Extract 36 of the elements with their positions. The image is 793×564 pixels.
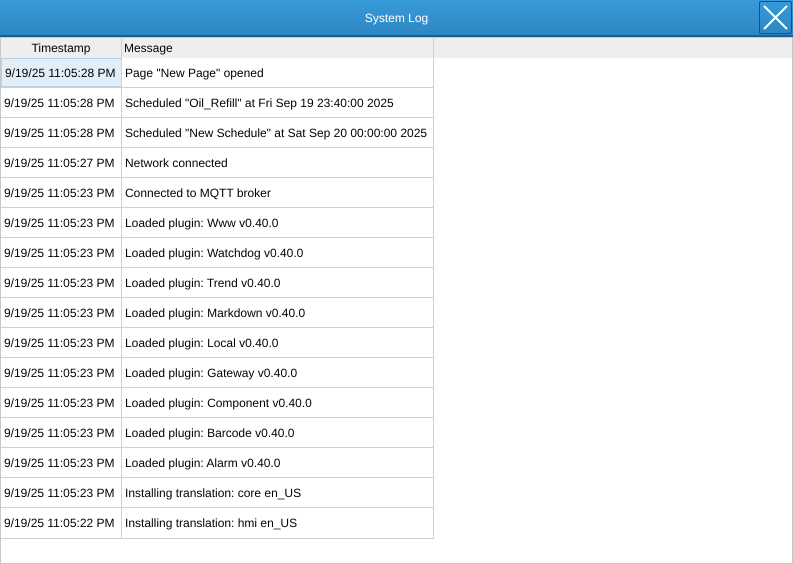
table-cell[interactable]: 9/19/25 11:05:23 PM (1, 448, 122, 477)
table-cell[interactable]: 9/19/25 11:05:22 PM (1, 508, 122, 538)
table-cell[interactable]: Connected to MQTT broker (122, 178, 433, 207)
table-cell[interactable]: Loaded plugin: Alarm v0.40.0 (122, 448, 433, 477)
table-cell[interactable]: 9/19/25 11:05:28 PM (1, 118, 122, 147)
column-header[interactable]: Message (122, 38, 434, 58)
table-cell[interactable]: 9/19/25 11:05:23 PM (1, 388, 122, 417)
table-cell[interactable]: 9/19/25 11:05:23 PM (1, 208, 122, 237)
table-cell[interactable]: Scheduled "New Schedule" at Sat Sep 20 00:00:00 2025 (122, 118, 433, 147)
close-icon (763, 5, 788, 30)
table-cell[interactable]: Loaded plugin: Watchdog v0.40.0 (122, 238, 433, 267)
table-cell[interactable]: Scheduled "Oil_Refill" at Fri Sep 19 23:40:00 2025 (122, 88, 433, 117)
table-cell[interactable]: 9/19/25 11:05:23 PM (1, 298, 122, 327)
table-cell[interactable]: 9/19/25 11:05:28 PM (1, 88, 122, 117)
close-button[interactable] (759, 1, 792, 34)
table-cell[interactable]: 9/19/25 11:05:27 PM (1, 148, 122, 177)
table-cell[interactable]: 9/19/25 11:05:23 PM (1, 418, 122, 447)
table-cell[interactable]: 9/19/25 11:05:23 PM (1, 178, 122, 207)
table-cell[interactable]: 9/19/25 11:05:28 PM (1, 58, 122, 87)
table-cell[interactable]: Loaded plugin: Barcode v0.40.0 (122, 418, 433, 447)
table-cell[interactable]: 9/19/25 11:05:23 PM (1, 238, 122, 267)
table-cell[interactable]: Page "New Page" opened (122, 58, 433, 87)
table-cell[interactable]: Loaded plugin: Markdown v0.40.0 (122, 298, 433, 327)
table-cell[interactable]: Loaded plugin: Component v0.40.0 (122, 388, 433, 417)
table-cell[interactable]: 9/19/25 11:05:23 PM (1, 358, 122, 387)
table-cell[interactable]: Installing translation: core en_US (122, 478, 433, 507)
table-cell[interactable]: Loaded plugin: Gateway v0.40.0 (122, 358, 433, 387)
table-cell[interactable]: Network connected (122, 148, 433, 177)
table-cell[interactable]: 9/19/25 11:05:23 PM (1, 268, 122, 297)
table-cell[interactable]: Installing translation: hmi en_US (122, 508, 433, 538)
window-title: System Log (364, 10, 428, 26)
table-cell[interactable]: Loaded plugin: Trend v0.40.0 (122, 268, 433, 297)
table-cell[interactable]: Loaded plugin: Www v0.40.0 (122, 208, 433, 237)
table-cell[interactable]: 9/19/25 11:05:23 PM (1, 328, 122, 357)
table-cell[interactable]: 9/19/25 11:05:23 PM (1, 478, 122, 507)
table-cell[interactable]: Loaded plugin: Local v0.40.0 (122, 328, 433, 357)
